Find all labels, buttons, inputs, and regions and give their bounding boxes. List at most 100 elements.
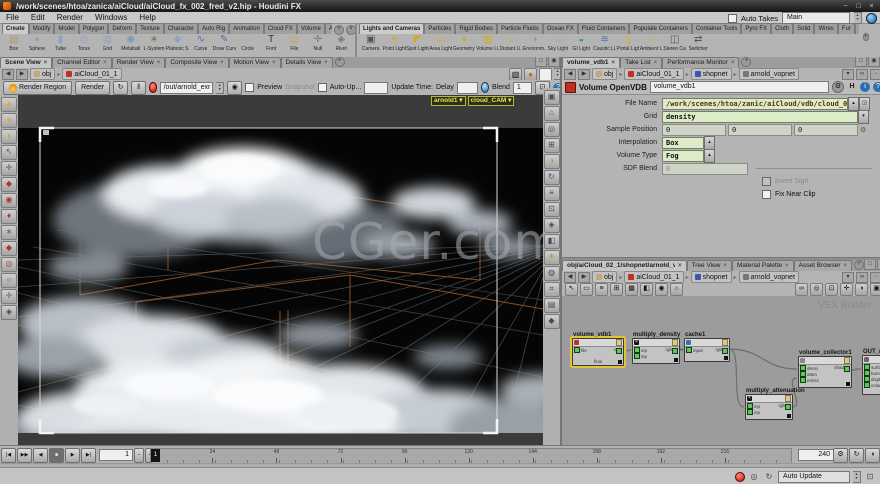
shelf-tool-ambient-l-[interactable]: ○Ambient L... <box>640 34 663 57</box>
render-button[interactable]: Render <box>75 81 110 95</box>
grid-display-icon[interactable]: ⌗ <box>544 282 560 297</box>
shelf-tool-curve[interactable]: ∿Curve <box>189 34 212 57</box>
flat-mode-icon[interactable] <box>539 68 552 81</box>
shading-mode-icon[interactable]: ◍ <box>544 266 560 281</box>
grid-snap-icon[interactable]: ⊞ <box>610 283 623 296</box>
playhead[interactable]: 1 <box>151 449 160 462</box>
play-button[interactable]: ▶ <box>65 448 80 463</box>
shelf-tab-auto-rig[interactable]: Auto Rig <box>198 23 229 34</box>
play-reverse-frame-button[interactable]: ▶▶ <box>17 448 32 463</box>
close-tab-icon[interactable]: × <box>654 58 658 68</box>
path-item-arnold_vopnet[interactable]: arnold_vopnet <box>739 68 799 80</box>
pointer-tool-icon[interactable]: ↖ <box>565 283 578 296</box>
dynamics-state-icon[interactable]: ♦ <box>1 209 17 224</box>
maximize-pane-icon[interactable]: □ <box>864 260 876 270</box>
shelf-tool-draw-curve[interactable]: ✎Draw Curve <box>213 34 236 57</box>
update-mode-select[interactable] <box>364 82 388 94</box>
snapshot-icon[interactable]: ◉ <box>227 81 242 95</box>
wireframe-mode-icon[interactable]: ▧ <box>509 68 522 81</box>
close-tab-icon[interactable]: × <box>272 58 276 68</box>
close-tab-icon[interactable]: × <box>612 58 616 68</box>
pane-menu-icon[interactable]: ◉ <box>548 57 560 67</box>
translate-tool-icon[interactable]: ✛ <box>1 161 17 176</box>
input-connector-icon[interactable] <box>634 353 640 359</box>
shelf-tab-fur[interactable]: Fur <box>838 23 855 34</box>
shelf-tool-platonic-s-[interactable]: ◆Platonic S... <box>166 34 189 57</box>
shelf-tool-geometry-[interactable]: ♦Geometry ... <box>453 34 476 57</box>
network-tab-asset-browser[interactable]: Asset Browser× <box>794 260 852 271</box>
tumble-view-icon[interactable]: ↻ <box>544 170 560 185</box>
search-icon[interactable]: ◎ <box>748 472 760 481</box>
file-name-field[interactable]: /work/scenes/htoa/zanic/aiCloud/vdb/clou… <box>662 98 848 110</box>
frame-view-icon[interactable]: ◎ <box>544 122 560 137</box>
dropdown-spinner-icon[interactable]: ▴▾ <box>704 136 715 150</box>
shelf-tool-point-light[interactable]: ☀Point Light <box>382 34 405 57</box>
shelf-tool-l-system[interactable]: ∗L-System <box>142 34 165 57</box>
info-icon[interactable]: i <box>860 82 870 92</box>
shelf-tool-font[interactable]: TFont <box>259 34 282 57</box>
shelf-tab-lights-and-cameras[interactable]: Lights and Cameras <box>359 23 424 34</box>
shelf-tool-environm-[interactable]: ◑Environm... <box>523 34 546 57</box>
shelf-tab-cloud-fx[interactable]: Cloud FX <box>264 23 297 34</box>
shelf-tab-arnold[interactable]: Arnold <box>325 23 332 34</box>
net-dropdown-icon[interactable]: ▾ <box>842 272 854 283</box>
close-tab-icon[interactable]: × <box>157 58 161 68</box>
net-forward-icon[interactable]: ▶ <box>578 272 590 283</box>
shelf-tab-deform[interactable]: Deform <box>108 23 136 34</box>
node-display-flag[interactable] <box>672 339 678 346</box>
maximize-pane-icon[interactable]: □ <box>855 57 867 67</box>
grid-menu-icon[interactable]: ▾ <box>858 110 869 124</box>
node-wire[interactable] <box>729 349 744 407</box>
menu-edit[interactable]: Edit <box>25 13 51 22</box>
snapshot-view-icon[interactable]: ▤ <box>544 298 560 313</box>
node-wire[interactable] <box>623 350 631 351</box>
sample-position-field-1[interactable]: 0 <box>728 124 792 136</box>
shelf-tab-modify[interactable]: Modify <box>29 23 55 34</box>
shelf-tab-create[interactable]: Create <box>2 23 29 34</box>
shelf-tool-sphere[interactable]: ●Sphere <box>25 34 48 57</box>
box-pick-icon[interactable]: ▭ <box>580 283 593 296</box>
network-node-volume_collector1[interactable]: volume_collector1densiattenemissshad <box>798 356 852 388</box>
output-driver-spinner[interactable]: ▴▾ <box>216 82 224 94</box>
node-name-field[interactable]: volume_vdb1 <box>650 81 829 93</box>
shelf-tool-stereo-ca-[interactable]: ◫Stereo Ca... <box>663 34 686 57</box>
update-mode-dropdown[interactable]: Auto Update <box>778 471 850 483</box>
node-display-flag[interactable] <box>785 395 791 402</box>
shelf-tab-pyro-fx[interactable]: Pyro FX <box>741 23 771 34</box>
connect-nodes-icon[interactable]: ◎ <box>810 283 823 296</box>
path-item-shopnet[interactable]: shopnet <box>691 271 732 283</box>
network-node-multiply_density[interactable]: multiply_density×inpinprgb <box>632 338 680 364</box>
end-frame-field[interactable]: 240 <box>798 449 834 461</box>
perspective-view-icon[interactable]: ◑ <box>544 154 560 169</box>
output-connector-icon[interactable] <box>672 348 678 354</box>
objects-state-icon[interactable]: ◆ <box>1 177 17 192</box>
shelf-tab-wires[interactable]: Wires <box>814 23 837 34</box>
node-display-flag[interactable] <box>844 357 850 364</box>
param-back-icon[interactable]: ◀ <box>564 69 576 80</box>
node-wire[interactable] <box>851 369 861 370</box>
menu-render[interactable]: Render <box>51 13 89 22</box>
help-globe-icon[interactable] <box>866 13 877 24</box>
jump-start-button[interactable]: |◀ <box>1 448 16 463</box>
render-flag-icon[interactable] <box>674 358 678 362</box>
close-icon[interactable]: × <box>867 2 876 11</box>
update-mode-spinner[interactable]: ▴▾ <box>853 471 861 483</box>
geometry-state-icon[interactable]: ◉ <box>1 193 17 208</box>
close-tab-icon[interactable]: × <box>103 58 107 68</box>
delay-field[interactable] <box>457 82 479 94</box>
shelf-tab-populate-containers[interactable]: Populate Containers <box>629 23 691 34</box>
input-connector-icon[interactable] <box>686 347 692 353</box>
view-tab-render-view[interactable]: Render View× <box>112 57 166 68</box>
network-node-OUT_material1[interactable]: OUT_material1surfacebumpdisplacevolume <box>862 355 880 395</box>
close-tab-icon[interactable]: × <box>44 58 48 68</box>
camera-badge[interactable]: cloud_CAM ▾ <box>468 96 515 106</box>
net-back-icon[interactable]: ◀ <box>564 272 576 283</box>
preview-checkbox[interactable] <box>245 83 254 92</box>
param-forward-icon[interactable]: ▶ <box>578 69 590 80</box>
close-tab-icon[interactable]: × <box>678 261 682 271</box>
menu-file[interactable]: File <box>0 13 25 22</box>
view-tool-icon[interactable]: ▲ <box>1 97 17 112</box>
shelf-tool-box[interactable]: ▧Box <box>2 34 25 57</box>
shelf-tab-rigid-bodies[interactable]: Rigid Bodies <box>455 23 497 34</box>
select-mode-icon[interactable]: ● <box>1 113 17 128</box>
